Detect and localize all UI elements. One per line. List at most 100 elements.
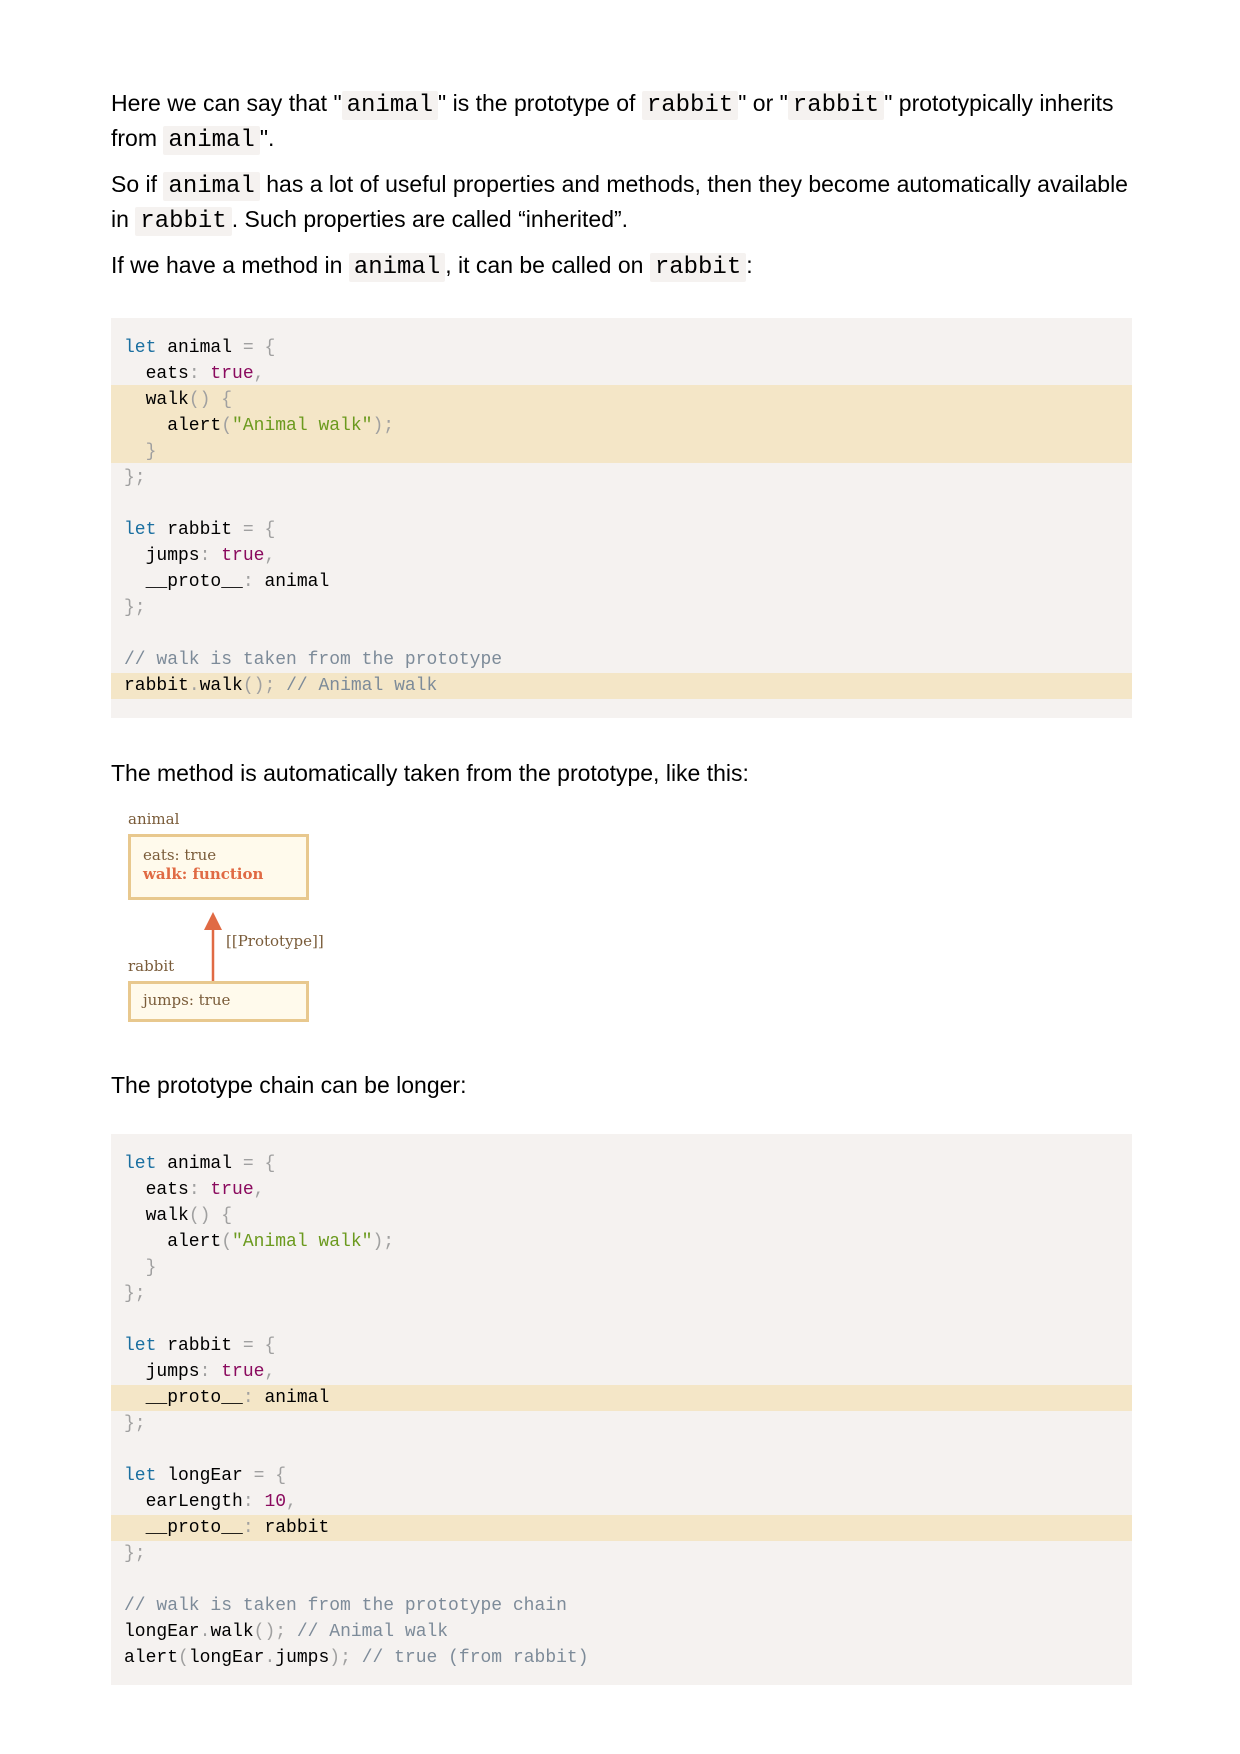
code-token: animal bbox=[264, 1388, 330, 1408]
code-token: }; bbox=[124, 598, 146, 618]
code-token: }; bbox=[124, 1414, 146, 1434]
code-token: animal bbox=[264, 572, 330, 592]
code-token: earLength bbox=[124, 1492, 243, 1512]
code-token: "Animal walk" bbox=[232, 1232, 373, 1252]
code-line: let rabbit = { bbox=[111, 517, 1132, 543]
code-token: alert bbox=[124, 416, 222, 436]
code-token: "Animal walk" bbox=[232, 416, 373, 436]
code-token: 10 bbox=[264, 1492, 287, 1512]
code-line: let longEar = { bbox=[111, 1463, 1132, 1489]
paragraph-method-call: If we have a method in animal, it can be… bbox=[111, 249, 1131, 284]
code-token: (); bbox=[253, 1622, 297, 1642]
code-token: __proto__ bbox=[124, 1518, 243, 1538]
code-line: }; bbox=[111, 1541, 1132, 1567]
inline-code: rabbit bbox=[135, 207, 232, 236]
code-token: { bbox=[253, 338, 276, 358]
code-line: longEar.walk(); // Animal walk bbox=[111, 1619, 1132, 1645]
code-token: . bbox=[199, 1622, 211, 1642]
code-token: : bbox=[188, 1180, 211, 1200]
code-token: let bbox=[124, 520, 157, 540]
text: If we have a method in bbox=[111, 252, 349, 278]
paragraph-prototype-intro: Here we can say that " animal " is the pro… bbox=[111, 87, 1131, 157]
code-line: let animal = { bbox=[111, 1151, 1132, 1177]
code-token: longEar bbox=[124, 1622, 200, 1642]
code-line: let animal = { bbox=[111, 335, 1132, 361]
code-token: }; bbox=[124, 1284, 146, 1304]
code-line: alert("Animal walk"); bbox=[111, 413, 1132, 439]
code-token: , bbox=[253, 364, 265, 384]
text: : bbox=[746, 252, 753, 278]
document-page: Here we can say that " animal " is the pro… bbox=[0, 0, 1240, 1754]
inline-code: animal bbox=[163, 126, 260, 155]
paragraph-chain-longer: The prototype chain can be longer: bbox=[111, 1069, 1131, 1102]
code-token: rabbit bbox=[156, 520, 243, 540]
code-line: jumps: true, bbox=[111, 1359, 1132, 1385]
code-line: let rabbit = { bbox=[111, 1333, 1132, 1359]
inline-code: animal bbox=[348, 253, 446, 282]
code-token: eats bbox=[124, 364, 189, 384]
code-token: . bbox=[188, 676, 200, 696]
code-token: = bbox=[242, 1154, 254, 1174]
code-token: : bbox=[242, 1492, 265, 1512]
text: The prototype chain can be longer: bbox=[111, 1072, 467, 1098]
code-token: (); bbox=[242, 676, 287, 696]
code-line: alert(longEar.jumps); // true (from rabb… bbox=[111, 1645, 1132, 1671]
code-token: ); bbox=[372, 416, 395, 436]
code-token: jumps bbox=[275, 1648, 330, 1668]
code-token: = bbox=[253, 1466, 265, 1486]
code-line: }; bbox=[111, 595, 1132, 621]
code-token: . bbox=[264, 1648, 276, 1668]
code-token: true bbox=[210, 1180, 254, 1200]
code-block-prototype-chain: let animal = { eats: true, walk() { aler… bbox=[111, 1134, 1132, 1685]
code-token: }; bbox=[124, 468, 146, 488]
code-line: }; bbox=[111, 465, 1132, 491]
inline-code: rabbit bbox=[641, 91, 739, 120]
diagram-label-animal: animal bbox=[128, 810, 180, 828]
code-token: let bbox=[124, 1154, 157, 1174]
paragraph-method-taken: The method is automatically taken from t… bbox=[111, 757, 1131, 790]
code-token: rabbit bbox=[124, 676, 189, 696]
code-token: { bbox=[264, 1466, 287, 1486]
code-token: let bbox=[124, 338, 157, 358]
inline-code: rabbit bbox=[787, 91, 885, 120]
code-token: walk bbox=[124, 1206, 189, 1226]
text: The method is automatically taken from t… bbox=[111, 760, 749, 786]
code-line: __proto__: animal bbox=[111, 1385, 1132, 1411]
diagram-label-rabbit: rabbit bbox=[128, 957, 175, 975]
text: . Such properties are called “inherited”… bbox=[231, 206, 629, 232]
code-line: // walk is taken from the prototype bbox=[111, 647, 1132, 673]
code-token: true bbox=[210, 364, 254, 384]
code-line: jumps: true, bbox=[111, 543, 1132, 569]
code-line: // walk is taken from the prototype chai… bbox=[111, 1593, 1132, 1619]
code-token: rabbit bbox=[264, 1518, 330, 1538]
code-token: ( bbox=[178, 1648, 189, 1668]
prototype-arrow-icon bbox=[204, 912, 222, 988]
code-token: = bbox=[242, 338, 254, 358]
code-token: longEar bbox=[156, 1466, 254, 1486]
inline-code: animal bbox=[341, 91, 439, 120]
code-token: { bbox=[253, 520, 276, 540]
code-token: : bbox=[188, 364, 211, 384]
code-token: jumps bbox=[124, 546, 200, 566]
code-token: animal bbox=[156, 1154, 243, 1174]
diagram-arrow-label: [[Prototype]] bbox=[226, 932, 324, 950]
code-token: alert bbox=[124, 1232, 222, 1252]
code-token: __proto__ bbox=[124, 572, 243, 592]
code-token: ); bbox=[329, 1648, 362, 1668]
code-token: , bbox=[264, 1362, 276, 1382]
code-line: }; bbox=[111, 1411, 1132, 1437]
code-line: }; bbox=[111, 1281, 1132, 1307]
code-line: } bbox=[111, 1255, 1132, 1281]
code-line: __proto__: animal bbox=[111, 569, 1132, 595]
code-token: () { bbox=[188, 390, 233, 410]
code-token: eats bbox=[124, 1180, 189, 1200]
code-token: = bbox=[242, 1336, 254, 1356]
code-token: , bbox=[286, 1492, 297, 1512]
code-comment: // Animal walk bbox=[286, 676, 438, 696]
code-token: { bbox=[253, 1336, 276, 1356]
inline-code: rabbit bbox=[649, 253, 747, 282]
code-token: : bbox=[242, 1518, 265, 1538]
text: , it can be called on bbox=[445, 252, 650, 278]
code-token: longEar bbox=[188, 1648, 265, 1668]
code-token: , bbox=[264, 546, 276, 566]
